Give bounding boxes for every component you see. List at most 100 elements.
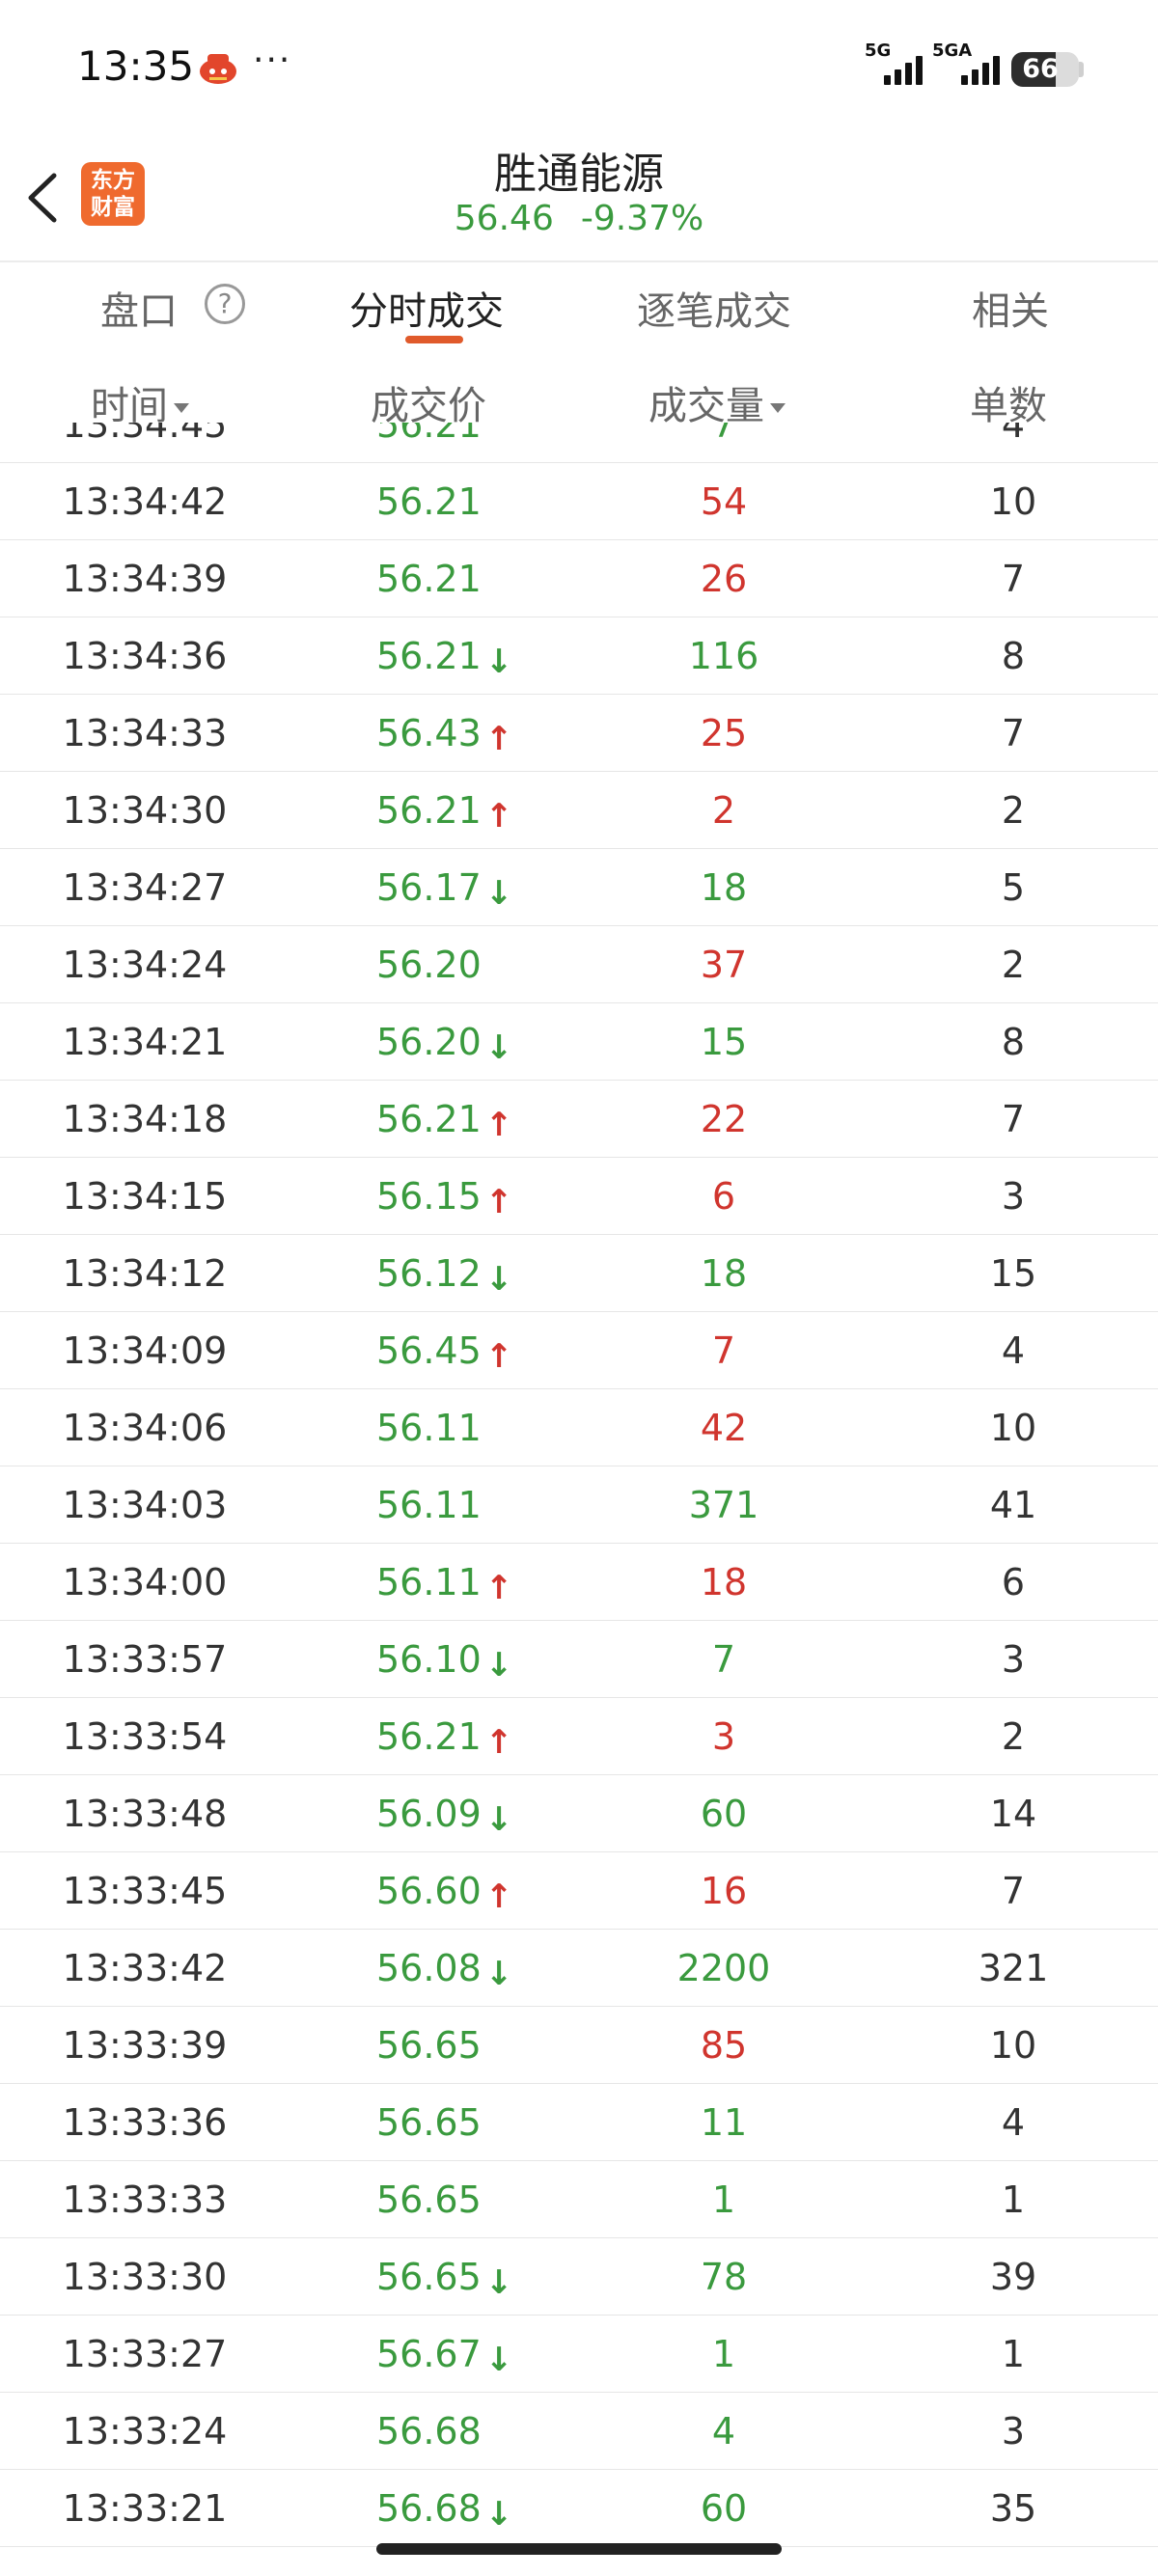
trade-volume: 60 [700, 1793, 748, 1835]
arrow-down-icon: ↓ [484, 2263, 513, 2302]
trade-time: 13:33:27 [62, 2333, 228, 2375]
trade-count: 14 [989, 1793, 1037, 1835]
trade-count: 10 [989, 480, 1037, 523]
trade-price-value: 56.68 [376, 2410, 482, 2453]
table-row: 13:33:39 56.65 85 10 [0, 2007, 1158, 2084]
trade-time: 13:33:36 [62, 2101, 228, 2144]
table-row: 13:34:36 56.21 ↓ 116 8 [0, 617, 1158, 695]
arrow-up-icon: ↑ [484, 1569, 513, 1607]
status-more-icon: ··· [253, 41, 292, 80]
trade-time: 13:33:45 [62, 1870, 228, 1912]
table-row: 13:34:39 56.21 26 7 [0, 540, 1158, 617]
trade-price-value: 56.11 [376, 1561, 482, 1603]
stock-name: 胜通能源 [494, 150, 664, 199]
trade-count: 35 [989, 2487, 1037, 2530]
table-row: 13:34:21 56.20 ↓ 15 8 [0, 1003, 1158, 1081]
trade-count: 3 [1001, 2410, 1026, 2453]
trade-time: 13:34:45 [62, 423, 228, 446]
trade-price-value: 56.21 [376, 789, 482, 832]
app-logo[interactable]: 东方 财富 [81, 162, 145, 226]
trade-count: 1 [1001, 2179, 1026, 2221]
trade-price-value: 56.67 [376, 2333, 482, 2375]
trade-count: 39 [989, 2256, 1037, 2298]
trade-price-value: 56.09 [376, 1793, 482, 1835]
trade-count: 4 [1001, 2101, 1026, 2144]
trade-volume: 18 [700, 866, 748, 909]
trade-volume: 4 [711, 2410, 736, 2453]
trade-price-value: 56.68 [376, 2487, 482, 2530]
trade-time: 13:33:21 [62, 2487, 228, 2530]
table-row: 13:33:45 56.60 ↑ 16 7 [0, 1852, 1158, 1930]
trade-volume: 116 [688, 635, 759, 677]
trade-count: 7 [1001, 712, 1026, 754]
trade-count: 8 [1001, 1021, 1026, 1063]
battery-level: 66 [1022, 54, 1059, 84]
trade-count: 7 [1001, 1098, 1026, 1140]
help-icon[interactable]: ? [205, 284, 245, 324]
trade-time: 13:33:39 [62, 2024, 228, 2067]
trade-count: 10 [989, 1407, 1037, 1449]
back-arrow-icon[interactable] [19, 164, 68, 232]
trade-count: 2 [1001, 1715, 1026, 1758]
tab-related[interactable]: 相关 [972, 280, 1049, 336]
home-indicator[interactable] [376, 2543, 782, 2555]
arrow-up-icon: ↑ [484, 1106, 513, 1144]
trade-count: 3 [1001, 1175, 1026, 1218]
table-row: 13:33:30 56.65 ↓ 78 39 [0, 2238, 1158, 2316]
trade-price-value: 56.43 [376, 712, 482, 754]
trade-price-value: 56.21 [376, 635, 482, 677]
trade-time: 13:34:03 [62, 1484, 228, 1526]
trade-count: 4 [1001, 423, 1026, 446]
sim2-label: 5GA [932, 41, 973, 61]
trade-time: 13:34:15 [62, 1175, 228, 1218]
trade-count: 8 [1001, 635, 1026, 677]
trade-time: 13:33:30 [62, 2256, 228, 2298]
trade-volume: 78 [700, 2256, 748, 2298]
trade-price-value: 56.21 [376, 558, 482, 600]
table-row: 13:34:45 56.21 7 4 [0, 423, 1158, 463]
trade-count: 5 [1001, 866, 1026, 909]
trade-time: 13:33:42 [62, 1947, 228, 1989]
table-row: 13:33:33 56.65 1 1 [0, 2161, 1158, 2238]
arrow-down-icon: ↓ [484, 874, 513, 913]
table-row: 13:34:27 56.17 ↓ 18 5 [0, 849, 1158, 926]
trade-volume: 18 [700, 1561, 748, 1603]
tab-minute-trades[interactable]: 分时成交 [349, 280, 504, 336]
trade-volume: 6 [711, 1175, 736, 1218]
arrow-down-icon: ↓ [484, 2495, 513, 2534]
trade-volume: 25 [700, 712, 748, 754]
tab-order-book[interactable]: 盘口 [100, 280, 178, 336]
tab-tick-trades[interactable]: 逐笔成交 [637, 280, 791, 336]
table-row: 13:34:09 56.45 ↑ 7 4 [0, 1312, 1158, 1389]
trade-price-value: 56.15 [376, 1175, 482, 1218]
status-bar: 13:35 ··· 5G 5GA 66 [0, 0, 1158, 135]
trade-price-value: 56.60 [376, 1870, 482, 1912]
stock-quote: 56.46 -9.37% [0, 199, 1158, 238]
trade-volume: 7 [711, 423, 736, 446]
table-row: 13:34:33 56.43 ↑ 25 7 [0, 695, 1158, 772]
trades-table[interactable]: 13:34:45 56.21 7 4 13:34:42 56.21 54 10 13:34:39… [0, 423, 1158, 2555]
trade-price-value: 56.11 [376, 1484, 482, 1526]
arrow-up-icon: ↑ [484, 1877, 513, 1916]
trade-volume: 54 [700, 480, 748, 523]
stock-change: -9.37% [580, 199, 704, 238]
trade-count: 4 [1001, 1329, 1026, 1372]
trade-time: 13:34:27 [62, 866, 228, 909]
status-time: 13:35 [77, 42, 195, 90]
trades-rows: 13:34:45 56.21 7 4 13:34:42 56.21 54 10 13:34:39… [0, 423, 1158, 2547]
trade-time: 13:34:30 [62, 789, 228, 832]
table-row: 13:33:27 56.67 ↓ 1 1 [0, 2316, 1158, 2393]
logo-text-line1: 东方 [91, 168, 135, 193]
arrow-down-icon: ↓ [484, 2341, 513, 2379]
table-row: 13:33:48 56.09 ↓ 60 14 [0, 1775, 1158, 1852]
trade-price-value: 56.17 [376, 866, 482, 909]
stock-price: 56.46 [454, 199, 554, 238]
trade-price-value: 56.65 [376, 2024, 482, 2067]
arrow-down-icon: ↓ [484, 1028, 513, 1067]
trade-time: 13:34:21 [62, 1021, 228, 1063]
trade-volume: 371 [688, 1484, 759, 1526]
trade-time: 13:34:39 [62, 558, 228, 600]
trade-volume: 7 [711, 1329, 736, 1372]
trade-price-value: 56.12 [376, 1252, 482, 1295]
trade-volume: 1 [711, 2179, 736, 2221]
